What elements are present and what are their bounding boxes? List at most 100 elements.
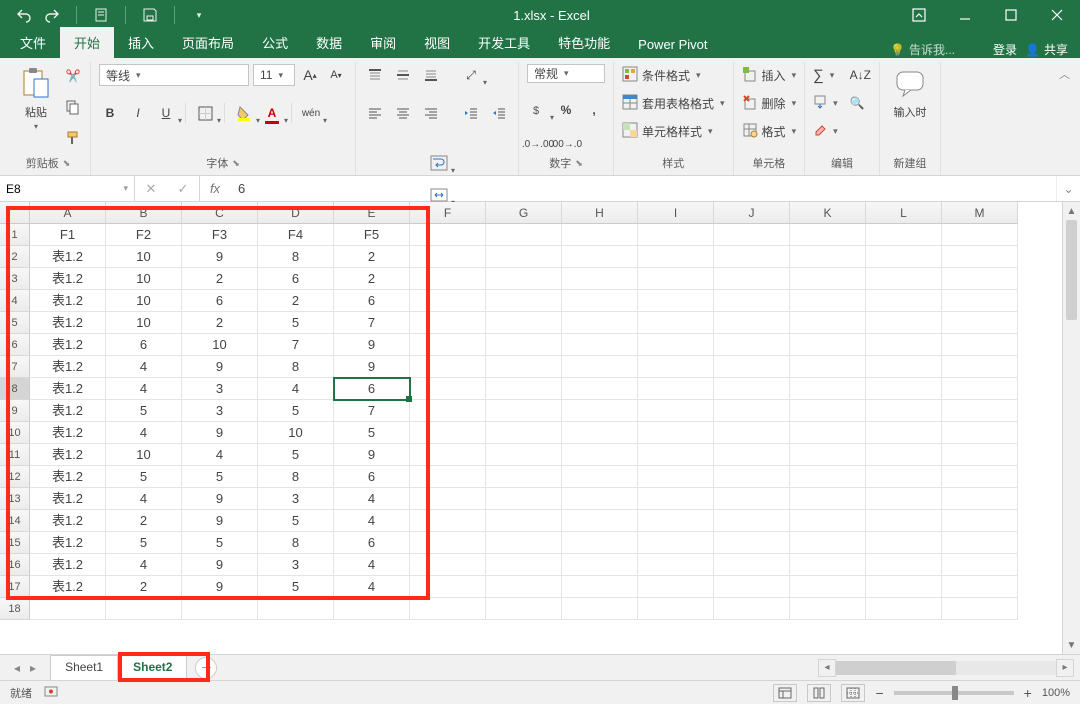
cell[interactable] — [942, 224, 1018, 246]
increase-decimal-icon[interactable]: .0→.00 — [527, 133, 549, 155]
cell-styles-button[interactable]: 单元格样式▾ — [622, 120, 725, 142]
cell[interactable] — [790, 576, 866, 598]
cell[interactable] — [714, 312, 790, 334]
cell[interactable] — [790, 246, 866, 268]
row-header[interactable]: 12 — [0, 466, 30, 488]
cell[interactable]: 表1.2 — [30, 576, 106, 598]
cell[interactable] — [866, 422, 942, 444]
chevron-down-icon[interactable]: ▾ — [119, 183, 128, 194]
cell[interactable]: 4 — [258, 378, 334, 400]
cell[interactable]: 10 — [106, 246, 182, 268]
cell[interactable] — [638, 400, 714, 422]
cell[interactable]: 表1.2 — [30, 444, 106, 466]
cell[interactable] — [638, 224, 714, 246]
cell[interactable]: 4 — [106, 356, 182, 378]
tab-powerpivot[interactable]: Power Pivot — [624, 31, 721, 58]
cell[interactable]: 5 — [258, 400, 334, 422]
ribbon-options-icon[interactable] — [896, 0, 942, 30]
cell[interactable]: 10 — [182, 334, 258, 356]
cell[interactable] — [486, 334, 562, 356]
cell[interactable] — [866, 246, 942, 268]
cell[interactable] — [714, 444, 790, 466]
fill-color-icon[interactable] — [233, 102, 255, 124]
row-header[interactable]: 5 — [0, 312, 30, 334]
cell[interactable] — [866, 532, 942, 554]
cell[interactable]: 4 — [106, 378, 182, 400]
row-header[interactable]: 10 — [0, 422, 30, 444]
tab-home[interactable]: 开始 — [60, 27, 114, 58]
underline-button[interactable]: U — [155, 102, 177, 124]
tab-file[interactable]: 文件 — [6, 27, 60, 58]
cell[interactable] — [486, 488, 562, 510]
cell[interactable] — [562, 224, 638, 246]
cell[interactable] — [790, 554, 866, 576]
number-format-combo[interactable]: 常规▾ — [527, 64, 605, 83]
font-color-icon[interactable]: A — [261, 102, 283, 124]
cell[interactable] — [410, 224, 486, 246]
cell[interactable]: 表1.2 — [30, 466, 106, 488]
column-header[interactable]: M — [942, 202, 1018, 224]
cell[interactable] — [866, 224, 942, 246]
align-bottom-icon[interactable] — [420, 64, 442, 86]
row-header[interactable]: 9 — [0, 400, 30, 422]
cell[interactable] — [410, 246, 486, 268]
cell[interactable] — [562, 466, 638, 488]
cell[interactable]: 9 — [182, 510, 258, 532]
cell[interactable] — [638, 312, 714, 334]
undo-icon[interactable] — [16, 7, 32, 23]
row-header[interactable]: 11 — [0, 444, 30, 466]
row-header[interactable]: 16 — [0, 554, 30, 576]
cell[interactable] — [410, 532, 486, 554]
cell[interactable]: 5 — [334, 422, 410, 444]
cell[interactable] — [790, 466, 866, 488]
find-select-button[interactable]: 🔍 — [850, 92, 871, 114]
cell[interactable] — [410, 422, 486, 444]
cell[interactable]: 10 — [106, 290, 182, 312]
cell[interactable] — [638, 334, 714, 356]
number-launcher-icon[interactable]: ⬊ — [575, 158, 583, 169]
cell[interactable]: 8 — [258, 356, 334, 378]
cell[interactable] — [714, 224, 790, 246]
row-header[interactable]: 3 — [0, 268, 30, 290]
cell[interactable]: F2 — [106, 224, 182, 246]
tab-view[interactable]: 视图 — [410, 27, 464, 58]
row-header[interactable]: 17 — [0, 576, 30, 598]
cell[interactable]: 10 — [106, 444, 182, 466]
cell[interactable] — [562, 510, 638, 532]
tab-insert[interactable]: 插入 — [114, 27, 168, 58]
cell[interactable]: 9 — [182, 422, 258, 444]
cell[interactable]: 2 — [334, 268, 410, 290]
cell[interactable] — [942, 400, 1018, 422]
format-cells-button[interactable]: 格式▾ — [742, 120, 797, 142]
cell[interactable]: 8 — [258, 246, 334, 268]
align-top-icon[interactable] — [364, 64, 386, 86]
cell[interactable] — [714, 598, 790, 620]
cell[interactable] — [714, 510, 790, 532]
tab-feature[interactable]: 特色功能 — [544, 27, 624, 58]
column-header[interactable]: C — [182, 202, 258, 224]
cell[interactable] — [486, 532, 562, 554]
column-header[interactable]: L — [866, 202, 942, 224]
cell[interactable] — [790, 312, 866, 334]
cell[interactable] — [866, 312, 942, 334]
cell[interactable] — [410, 444, 486, 466]
tab-layout[interactable]: 页面布局 — [168, 27, 248, 58]
name-box[interactable]: ▾ — [0, 176, 135, 201]
cell[interactable] — [866, 290, 942, 312]
cell[interactable] — [866, 356, 942, 378]
cell[interactable]: 表1.2 — [30, 246, 106, 268]
cell[interactable] — [562, 246, 638, 268]
cell[interactable]: 表1.2 — [30, 532, 106, 554]
cell[interactable]: 5 — [182, 532, 258, 554]
sort-filter-button[interactable]: A↓Z — [850, 64, 871, 86]
cell[interactable]: 2 — [106, 576, 182, 598]
decrease-decimal-icon[interactable]: .00→.0 — [555, 133, 577, 155]
cell[interactable] — [334, 598, 410, 620]
decrease-font-icon[interactable]: A▾ — [325, 64, 347, 86]
cell[interactable] — [486, 598, 562, 620]
column-header[interactable]: D — [258, 202, 334, 224]
tab-developer[interactable]: 开发工具 — [464, 27, 544, 58]
cell[interactable] — [942, 268, 1018, 290]
tab-review[interactable]: 审阅 — [356, 27, 410, 58]
cell[interactable] — [714, 290, 790, 312]
